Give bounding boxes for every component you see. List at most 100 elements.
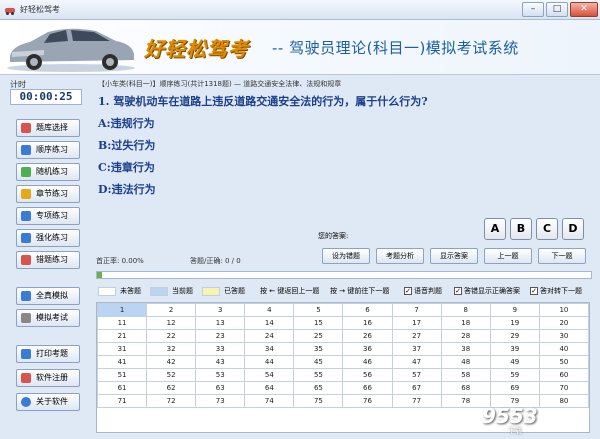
grid-cell[interactable]: 8 (440, 303, 491, 317)
grid-cell[interactable]: 56 (342, 368, 393, 382)
grid-cell[interactable]: 19 (489, 316, 540, 330)
grid-cell[interactable]: 66 (342, 381, 393, 395)
grid-cell[interactable]: 46 (342, 355, 393, 369)
grid-cell[interactable]: 60 (538, 368, 589, 382)
grid-cell[interactable]: 11 (97, 316, 148, 330)
sidebar-item-about[interactable]: 关于软件 (16, 393, 80, 411)
grid-cell[interactable]: 75 (293, 394, 344, 408)
grid-cell[interactable]: 80 (538, 394, 589, 408)
grid-cell[interactable]: 43 (195, 355, 246, 369)
grid-cell[interactable]: 77 (391, 394, 442, 408)
grid-cell[interactable]: 13 (195, 316, 246, 330)
sidebar-item-topic[interactable]: 专项练习 (16, 207, 80, 225)
grid-cell[interactable]: 12 (146, 316, 197, 330)
sidebar-item-random[interactable]: 随机练习 (16, 163, 80, 181)
grid-cell[interactable]: 54 (244, 368, 295, 382)
sidebar-item-chapter[interactable]: 章节练习 (16, 185, 80, 203)
grid-cell[interactable]: 55 (293, 368, 344, 382)
grid-cell[interactable]: 9 (489, 303, 540, 317)
grid-cell[interactable]: 69 (489, 381, 540, 395)
grid-cell[interactable]: 45 (293, 355, 344, 369)
grid-cell[interactable]: 25 (293, 329, 344, 343)
grid-cell[interactable]: 7 (391, 303, 442, 317)
grid-cell[interactable]: 48 (440, 355, 491, 369)
grid-cell[interactable]: 22 (146, 329, 197, 343)
grid-cell[interactable]: 35 (293, 342, 344, 356)
grid-cell[interactable]: 72 (146, 394, 197, 408)
grid-cell[interactable]: 2 (146, 303, 197, 317)
answer-button-c[interactable]: C (536, 218, 558, 240)
analysis-button[interactable]: 考题分析 (376, 248, 424, 264)
grid-cell[interactable]: 15 (293, 316, 344, 330)
grid-cell[interactable]: 5 (293, 303, 344, 317)
option-d[interactable]: D:违法行为 (98, 181, 156, 197)
grid-cell[interactable]: 74 (244, 394, 295, 408)
grid-cell[interactable]: 64 (244, 381, 295, 395)
grid-cell[interactable]: 59 (489, 368, 540, 382)
grid-cell[interactable]: 26 (342, 329, 393, 343)
grid-cell[interactable]: 63 (195, 381, 246, 395)
show-answer-button[interactable]: 显示答案 (430, 248, 478, 264)
answer-button-d[interactable]: D (562, 218, 584, 240)
grid-cell[interactable]: 3 (195, 303, 246, 317)
grid-cell[interactable]: 51 (97, 368, 148, 382)
grid-cell[interactable]: 53 (195, 368, 246, 382)
previous-button[interactable]: 上一题 (484, 248, 532, 264)
grid-cell[interactable]: 1 (97, 303, 148, 317)
next-button[interactable]: 下一题 (538, 248, 586, 264)
grid-cell[interactable]: 38 (440, 342, 491, 356)
grid-cell[interactable]: 23 (195, 329, 246, 343)
grid-cell[interactable]: 27 (391, 329, 442, 343)
grid-cell[interactable]: 61 (97, 381, 148, 395)
grid-cell[interactable]: 70 (538, 381, 589, 395)
grid-cell[interactable]: 10 (538, 303, 589, 317)
sidebar-item-intensive[interactable]: 强化练习 (16, 229, 80, 247)
grid-cell[interactable]: 58 (440, 368, 491, 382)
grid-cell[interactable]: 42 (146, 355, 197, 369)
grid-cell[interactable]: 31 (97, 342, 148, 356)
grid-cell[interactable]: 21 (97, 329, 148, 343)
show-correct-checkbox[interactable]: ✓ (454, 287, 462, 295)
sidebar-item-wrong-questions[interactable]: 错题练习 (16, 251, 80, 269)
voice-checkbox[interactable]: ✓ (404, 287, 412, 295)
grid-cell[interactable]: 57 (391, 368, 442, 382)
sidebar-item-register[interactable]: 软件注册 (16, 369, 80, 387)
grid-cell[interactable]: 33 (195, 342, 246, 356)
grid-cell[interactable]: 44 (244, 355, 295, 369)
grid-cell[interactable]: 24 (244, 329, 295, 343)
grid-cell[interactable]: 20 (538, 316, 589, 330)
option-c[interactable]: C:违章行为 (98, 159, 155, 175)
sidebar-item-bank-select[interactable]: 题库选择 (16, 119, 80, 137)
sidebar-item-sequential[interactable]: 顺序练习 (16, 141, 80, 159)
grid-cell[interactable]: 41 (97, 355, 148, 369)
sidebar-item-full-simulation[interactable]: 全真模拟 (16, 287, 80, 305)
maximize-button[interactable]: □ (546, 2, 568, 17)
option-a[interactable]: A:违规行为 (98, 115, 155, 131)
grid-cell[interactable]: 49 (489, 355, 540, 369)
grid-cell[interactable]: 37 (391, 342, 442, 356)
grid-cell[interactable]: 50 (538, 355, 589, 369)
grid-cell[interactable]: 36 (342, 342, 393, 356)
grid-cell[interactable]: 39 (489, 342, 540, 356)
answer-button-a[interactable]: A (484, 218, 506, 240)
grid-cell[interactable]: 14 (244, 316, 295, 330)
grid-cell[interactable]: 40 (538, 342, 589, 356)
sidebar-item-mock-exam[interactable]: 模拟考试 (16, 309, 80, 327)
grid-cell[interactable]: 17 (391, 316, 442, 330)
answer-button-b[interactable]: B (510, 218, 532, 240)
grid-cell[interactable]: 32 (146, 342, 197, 356)
auto-next-checkbox[interactable]: ✓ (530, 287, 538, 295)
grid-cell[interactable]: 52 (146, 368, 197, 382)
grid-cell[interactable]: 6 (342, 303, 393, 317)
grid-cell[interactable]: 73 (195, 394, 246, 408)
grid-cell[interactable]: 76 (342, 394, 393, 408)
grid-cell[interactable]: 47 (391, 355, 442, 369)
grid-cell[interactable]: 62 (146, 381, 197, 395)
grid-cell[interactable]: 29 (489, 329, 540, 343)
grid-cell[interactable]: 16 (342, 316, 393, 330)
close-button[interactable]: ✕ (570, 2, 598, 17)
grid-cell[interactable]: 18 (440, 316, 491, 330)
grid-cell[interactable]: 68 (440, 381, 491, 395)
grid-cell[interactable]: 4 (244, 303, 295, 317)
grid-cell[interactable]: 30 (538, 329, 589, 343)
